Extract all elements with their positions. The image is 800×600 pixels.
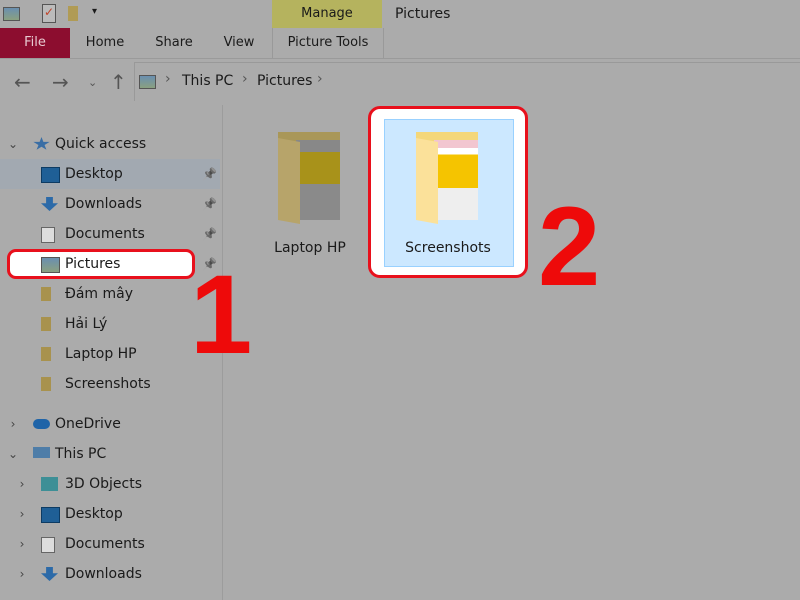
chevron-right-icon[interactable]: › bbox=[16, 529, 28, 559]
sidebar-item-label: Laptop HP bbox=[65, 346, 137, 362]
sidebar-item-label: Screenshots bbox=[65, 376, 151, 392]
breadcrumb-chevron-icon[interactable]: › bbox=[165, 71, 171, 87]
sidebar-item-label: Đám mây bbox=[65, 286, 134, 302]
sidebar-item[interactable]: › 3D Objects bbox=[0, 469, 220, 499]
back-arrow-icon[interactable]: ← bbox=[14, 70, 31, 94]
chevron-down-icon[interactable]: ⌄ bbox=[7, 129, 19, 159]
pictures-app-icon bbox=[3, 7, 20, 21]
sidebar-item[interactable]: Desktop 📌 bbox=[0, 159, 220, 189]
folder-icon bbox=[41, 287, 51, 301]
folder-label: Screenshots bbox=[405, 240, 491, 256]
forward-arrow-icon[interactable]: → bbox=[52, 70, 69, 94]
tab-share[interactable]: Share bbox=[146, 28, 202, 58]
document-icon bbox=[41, 227, 55, 243]
cube-icon bbox=[41, 477, 58, 491]
sidebar-item-label: OneDrive bbox=[55, 416, 121, 432]
pictures-icon bbox=[41, 257, 60, 273]
sidebar-item[interactable]: Đám mây bbox=[0, 279, 220, 309]
pin-icon[interactable]: 📌 bbox=[202, 219, 217, 249]
pictures-location-icon bbox=[139, 75, 156, 89]
sidebar-item-label: Documents bbox=[65, 536, 145, 552]
tab-home[interactable]: Home bbox=[76, 28, 134, 58]
sidebar-item-label: Desktop bbox=[65, 506, 123, 522]
tab-picture-tools[interactable]: Picture Tools bbox=[272, 28, 384, 58]
sidebar-item-label: 3D Objects bbox=[65, 476, 143, 492]
chevron-right-icon[interactable]: › bbox=[16, 559, 28, 589]
sidebar-item[interactable]: Screenshots bbox=[0, 369, 220, 399]
tab-view[interactable]: View bbox=[214, 28, 264, 58]
sidebar-item-label: Downloads bbox=[65, 196, 142, 212]
folder-label: Laptop HP bbox=[274, 240, 346, 256]
recent-locations-chevron-icon[interactable]: ⌄ bbox=[88, 76, 97, 89]
folder-icon bbox=[278, 132, 344, 224]
folder-icon bbox=[41, 347, 51, 361]
computer-icon bbox=[33, 447, 50, 458]
quick-access-toolbar: ✓ ▾ Manage Pictures bbox=[0, 0, 800, 28]
sidebar-item-label: This PC bbox=[55, 446, 107, 462]
cloud-icon bbox=[33, 419, 50, 429]
folder-icon bbox=[41, 377, 51, 391]
desktop-icon bbox=[41, 507, 60, 523]
sidebar-item-label: Downloads bbox=[65, 566, 142, 582]
chevron-right-icon[interactable]: › bbox=[7, 409, 19, 439]
sidebar-item[interactable]: Laptop HP bbox=[0, 339, 220, 369]
address-bar[interactable]: › This PC › Pictures › bbox=[134, 62, 800, 101]
properties-icon[interactable]: ✓ bbox=[42, 4, 56, 23]
sidebar-item[interactable]: Hải Lý bbox=[0, 309, 220, 339]
sidebar-item[interactable]: › Desktop bbox=[0, 499, 220, 529]
new-folder-icon[interactable] bbox=[68, 6, 78, 21]
sidebar-item[interactable]: ⌄ Quick access bbox=[0, 129, 220, 159]
breadcrumb-chevron-icon[interactable]: › bbox=[242, 71, 248, 87]
sidebar-item[interactable]: Pictures 📌 bbox=[0, 249, 220, 279]
breadcrumb-this-pc[interactable]: This PC bbox=[182, 73, 233, 89]
sidebar-item[interactable]: ⌄ This PC bbox=[0, 439, 220, 469]
sidebar-item[interactable]: › Documents bbox=[0, 529, 220, 559]
download-icon bbox=[41, 567, 58, 581]
star-icon bbox=[33, 137, 50, 150]
folder-icon bbox=[416, 132, 482, 224]
up-arrow-icon[interactable]: ↑ bbox=[110, 70, 127, 94]
annotation-number: 2 bbox=[538, 184, 601, 309]
annotation-number: 1 bbox=[190, 252, 253, 377]
tab-file[interactable]: File bbox=[0, 28, 70, 58]
desktop-icon bbox=[41, 167, 60, 183]
chevron-right-icon[interactable]: › bbox=[16, 499, 28, 529]
manage-group-label: Manage bbox=[272, 0, 382, 28]
sidebar-item-label: Quick access bbox=[55, 136, 147, 152]
download-icon bbox=[41, 197, 58, 211]
folder-screenshots[interactable]: Screenshots bbox=[388, 118, 508, 266]
folder-icon bbox=[41, 317, 51, 331]
breadcrumb-pictures[interactable]: Pictures bbox=[257, 73, 312, 89]
sidebar-item[interactable]: › Downloads bbox=[0, 559, 220, 589]
folder-laptop-hp[interactable]: Laptop HP bbox=[250, 118, 370, 266]
sidebar-item[interactable]: › OneDrive bbox=[0, 409, 220, 439]
sidebar-item-label: Pictures bbox=[65, 256, 121, 272]
pin-icon[interactable]: 📌 bbox=[202, 159, 217, 189]
sidebar-item[interactable]: Documents 📌 bbox=[0, 219, 220, 249]
sidebar-item-label: Documents bbox=[65, 226, 145, 242]
chevron-down-icon[interactable]: ⌄ bbox=[7, 439, 19, 469]
window-title: Pictures bbox=[395, 6, 451, 22]
customize-qat-dropdown[interactable]: ▾ bbox=[92, 6, 97, 17]
sidebar-item-label: Desktop bbox=[65, 166, 123, 182]
sidebar-item-label: Hải Lý bbox=[65, 316, 108, 332]
ribbon-tabs: File Home Share View Picture Tools bbox=[0, 28, 800, 59]
document-icon bbox=[41, 537, 55, 553]
pin-icon[interactable]: 📌 bbox=[202, 189, 217, 219]
sidebar-item[interactable]: Downloads 📌 bbox=[0, 189, 220, 219]
chevron-right-icon[interactable]: › bbox=[16, 469, 28, 499]
breadcrumb-chevron-icon[interactable]: › bbox=[317, 71, 323, 87]
